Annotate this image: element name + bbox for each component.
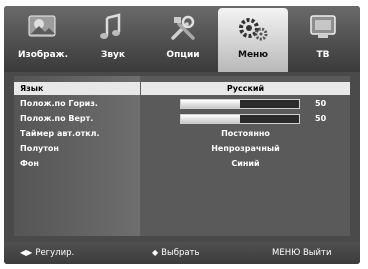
osd-menu-window: Изображ. Звук Опции Меню ТВ Язык Русский… <box>4 6 360 264</box>
menu-icon <box>239 18 268 41</box>
v-position-slider[interactable] <box>180 114 300 124</box>
setting-label-h-position: Полож.по Гориз. <box>20 99 98 108</box>
footer-hints: ◀▶ Регулир. ◆ Выбрать МЕНЮ Выйти <box>4 242 360 264</box>
setting-label-language: Язык <box>20 84 44 93</box>
h-position-slider[interactable] <box>180 99 300 109</box>
setting-label-halftone: Полутон <box>20 144 59 153</box>
tab-menu[interactable]: Меню <box>218 8 288 72</box>
setting-row-language[interactable]: Язык Русский <box>14 82 350 95</box>
left-right-arrows-icon: ◀▶ <box>20 248 33 257</box>
setting-label-background: Фон <box>20 159 39 168</box>
tab-options[interactable]: Опции <box>148 6 218 68</box>
setting-value-sleep-timer: Постоянно <box>221 129 270 138</box>
tab-tv-label: ТВ <box>316 50 330 60</box>
hint-exit: МЕНЮ Выйти <box>272 247 332 259</box>
slider-fill <box>181 100 240 108</box>
tab-picture-label: Изображ. <box>17 50 69 60</box>
setting-row-v-position[interactable]: Полож.по Верт. 50 <box>14 112 350 125</box>
tab-bar: Изображ. Звук Опции Меню ТВ <box>4 6 360 72</box>
options-icon <box>171 15 195 40</box>
setting-row-background[interactable]: Фон Синий <box>14 157 350 170</box>
setting-value-background: Синий <box>231 159 260 168</box>
setting-value-language: Русский <box>226 84 265 93</box>
setting-row-h-position[interactable]: Полож.по Гориз. 50 <box>14 97 350 110</box>
tab-picture[interactable]: Изображ. <box>8 6 78 68</box>
tab-sound[interactable]: Звук <box>78 6 148 68</box>
settings-panel: Язык Русский Полож.по Гориз. 50 Полож.по… <box>14 76 350 236</box>
sound-icon <box>100 13 121 39</box>
setting-label-v-position: Полож.по Верт. <box>20 114 94 123</box>
v-position-value: 50 <box>315 114 327 123</box>
picture-icon <box>28 15 56 37</box>
setting-value-halftone: Непрозрачный <box>211 144 280 153</box>
tab-sound-label: Звук <box>100 50 126 60</box>
setting-row-halftone[interactable]: Полутон Непрозрачный <box>14 142 350 155</box>
tab-menu-label: Меню <box>237 50 269 60</box>
tab-tv[interactable]: ТВ <box>288 6 358 68</box>
hint-select: ◆ Выбрать <box>152 247 200 259</box>
hint-exit-label: МЕНЮ Выйти <box>272 248 332 258</box>
hint-adjust: ◀▶ Регулир. <box>20 247 74 259</box>
tab-options-label: Опции <box>166 50 200 60</box>
setting-label-sleep-timer: Таймер авт.откл. <box>20 129 100 138</box>
up-down-diamond-icon: ◆ <box>152 248 159 257</box>
h-position-value: 50 <box>315 99 327 108</box>
tv-icon <box>310 15 336 38</box>
hint-select-label: Выбрать <box>161 248 200 258</box>
setting-row-sleep-timer[interactable]: Таймер авт.откл. Постоянно <box>14 127 350 140</box>
slider-fill <box>181 115 240 123</box>
hint-adjust-label: Регулир. <box>35 248 75 258</box>
